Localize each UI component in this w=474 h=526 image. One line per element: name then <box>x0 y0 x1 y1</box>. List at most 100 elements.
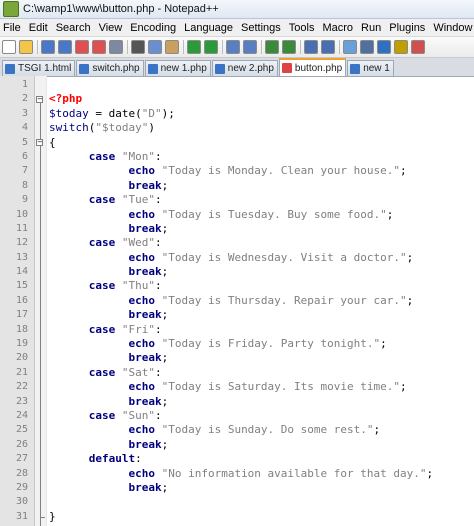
code-token: echo <box>49 423 162 437</box>
save-icon[interactable] <box>41 40 55 54</box>
code-line[interactable]: echo "Today is Thursday. Repair your car… <box>47 294 474 308</box>
code-token: "Tue" <box>121 193 155 207</box>
file-icon <box>79 63 90 74</box>
code-token: "Sat" <box>121 365 155 379</box>
code-token: ; <box>161 221 169 235</box>
sync-v-icon[interactable] <box>304 40 318 54</box>
code-line[interactable]: { <box>47 136 474 150</box>
redo-icon[interactable] <box>204 40 218 54</box>
code-line[interactable]: echo "Today is Saturday. Its movie time.… <box>47 380 474 394</box>
code-line[interactable]: case "Sat": <box>47 366 474 380</box>
print-icon[interactable] <box>109 40 123 54</box>
all-chars-icon[interactable] <box>360 40 374 54</box>
replace-icon[interactable] <box>243 40 257 54</box>
code-line[interactable]: default: <box>47 452 474 466</box>
tab-new-2-php[interactable]: new 2.php <box>211 60 278 76</box>
code-line[interactable]: case "Wed": <box>47 236 474 250</box>
menu-language[interactable]: Language <box>180 22 237 34</box>
menu-run[interactable]: Run <box>357 22 385 34</box>
sync-h-icon[interactable] <box>321 40 335 54</box>
code-line[interactable]: echo "No information available for that … <box>47 467 474 481</box>
code-line[interactable]: case "Fri": <box>47 323 474 337</box>
undo-icon[interactable] <box>187 40 201 54</box>
tab-new-1[interactable]: new 1 <box>347 60 394 76</box>
bookmark-icon[interactable] <box>394 40 408 54</box>
line-number: 30 <box>15 496 28 508</box>
open-file-icon[interactable] <box>19 40 33 54</box>
code-token: ; <box>161 351 169 365</box>
line-number: 31 <box>15 510 28 522</box>
code-line[interactable]: echo "Today is Tuesday. Buy some food."; <box>47 208 474 222</box>
code-line[interactable]: case "Mon": <box>47 150 474 164</box>
code-line[interactable]: break; <box>47 438 474 452</box>
code-token: break <box>49 394 162 408</box>
code-line[interactable]: break; <box>47 351 474 365</box>
line-number: 29 <box>15 481 28 493</box>
tab-new-1-php[interactable]: new 1.php <box>144 60 211 76</box>
menu-view[interactable]: View <box>95 22 127 34</box>
find-icon[interactable] <box>226 40 240 54</box>
menu-edit[interactable]: Edit <box>25 22 52 34</box>
code-token: switch <box>49 121 89 135</box>
code-token: case <box>49 322 122 336</box>
code-line[interactable]: break; <box>47 179 474 193</box>
zoom-in-icon[interactable] <box>265 40 279 54</box>
menu-search[interactable]: Search <box>52 22 95 34</box>
copy-icon[interactable] <box>148 40 162 54</box>
wrap-icon[interactable] <box>343 40 357 54</box>
code-line[interactable]: $today = date("D"); <box>47 107 474 121</box>
cut-icon[interactable] <box>131 40 145 54</box>
new-file-icon[interactable] <box>2 40 16 54</box>
code-line[interactable]: case "Thu": <box>47 279 474 293</box>
menu-settings[interactable]: Settings <box>237 22 285 34</box>
code-token: "Sun" <box>121 408 155 422</box>
fold-toggle-php[interactable]: − <box>36 95 43 103</box>
line-number: 8 <box>21 179 28 191</box>
code-token: ; <box>161 394 169 408</box>
tab-tsgi-1-html[interactable]: TSGI 1.html <box>2 60 76 76</box>
code-area[interactable]: <?php $today = date("D"); switch("$today")… <box>47 76 474 526</box>
code-token: "Today is Tuesday. Buy some food." <box>161 207 387 221</box>
code-line[interactable]: break; <box>47 265 474 279</box>
indent-guide-icon[interactable] <box>377 40 391 54</box>
code-line[interactable]: case "Sun": <box>47 409 474 423</box>
paste-icon[interactable] <box>165 40 179 54</box>
tab-button-php[interactable]: button.php <box>278 58 347 76</box>
menu-macro[interactable]: Macro <box>318 22 357 34</box>
code-line[interactable]: break; <box>47 308 474 322</box>
code-token: "Mon" <box>121 149 155 163</box>
code-token: case <box>49 193 122 207</box>
fold-toggle-switch[interactable]: − <box>36 139 43 147</box>
menu-file[interactable]: File <box>0 22 25 34</box>
code-line[interactable] <box>47 495 474 509</box>
macro-icon[interactable] <box>411 40 425 54</box>
file-icon <box>281 63 292 73</box>
code-line[interactable]: case "Tue": <box>47 193 474 207</box>
tab-switch-php[interactable]: switch.php <box>76 60 144 76</box>
code-line[interactable]: switch("$today") <box>47 121 474 135</box>
code-line[interactable]: break; <box>47 222 474 236</box>
code-line[interactable]: echo "Today is Wednesday. Visit a doctor… <box>47 251 474 265</box>
code-token: : <box>154 193 162 207</box>
save-all-icon[interactable] <box>58 40 72 54</box>
fold-margin[interactable]: − − <box>35 76 47 526</box>
menu-tools[interactable]: Tools <box>285 22 319 34</box>
zoom-out-icon[interactable] <box>282 40 296 54</box>
close-icon[interactable] <box>75 40 89 54</box>
code-line[interactable]: <?php <box>47 92 474 106</box>
close-all-icon[interactable] <box>92 40 106 54</box>
code-line[interactable]: echo "Today is Monday. Clean your house.… <box>47 164 474 178</box>
code-line[interactable] <box>47 78 474 92</box>
line-number: 21 <box>15 366 28 378</box>
line-number: 18 <box>15 323 28 335</box>
line-number: 16 <box>15 294 28 306</box>
menu-plugins[interactable]: Plugins <box>385 22 429 34</box>
editor[interactable]: 1 2 3 4 5 6 7 8 9 10 11 12 13 14 15 16 17 18 19 20 21 22 23 24 2… <box>0 76 474 526</box>
code-line[interactable]: echo "Today is Friday. Party tonight."; <box>47 337 474 351</box>
code-line[interactable]: break; <box>47 481 474 495</box>
code-line[interactable]: break; <box>47 395 474 409</box>
menu-encoding[interactable]: Encoding <box>126 22 180 34</box>
code-line[interactable]: echo "Today is Sunday. Do some rest."; <box>47 423 474 437</box>
code-line[interactable]: } <box>47 510 474 524</box>
menu-window[interactable]: Window <box>429 22 474 34</box>
